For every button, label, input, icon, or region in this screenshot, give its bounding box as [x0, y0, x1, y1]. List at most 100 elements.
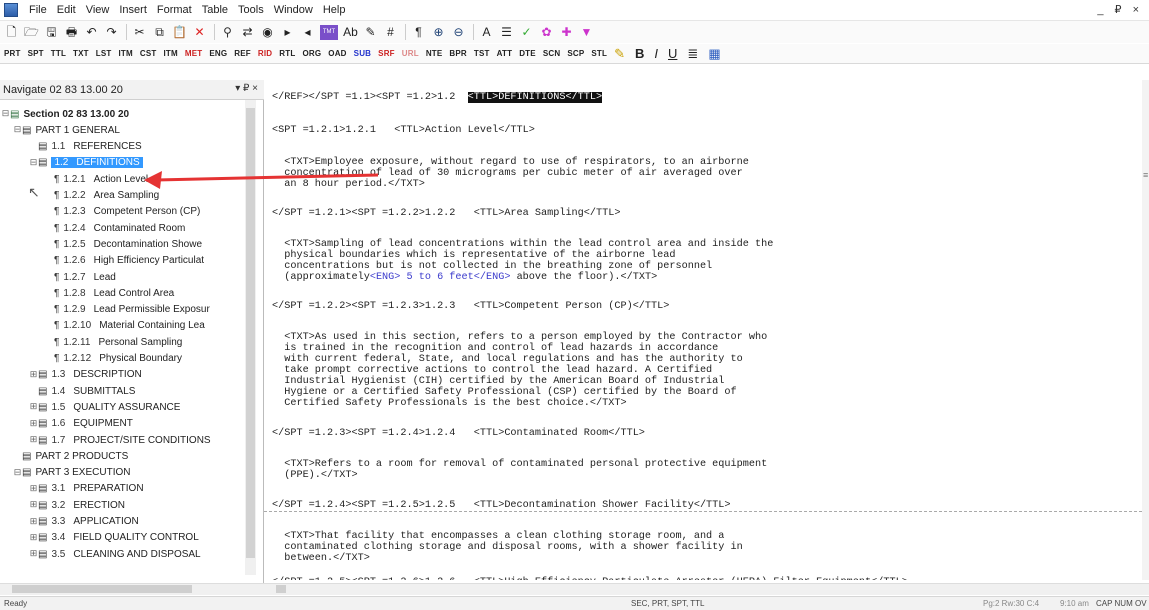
tree-item[interactable]: ▤ 1.6 EQUIPMENT	[38, 416, 133, 432]
tag-button-prt[interactable]: PRT	[4, 49, 21, 58]
font-size-icon[interactable]: A	[479, 25, 494, 40]
find-icon[interactable]: ⚲	[220, 25, 235, 40]
word-count-icon[interactable]: #	[383, 25, 398, 40]
menu-help[interactable]: Help	[318, 4, 351, 16]
funnel-icon[interactable]: ▼	[579, 25, 594, 40]
tag-button-oad[interactable]: OAD	[328, 49, 346, 58]
pilcrow-icon[interactable]: ¶	[411, 25, 426, 40]
collapse-icon[interactable]: ⊟	[29, 157, 38, 168]
nav-horizontal-scrollbar[interactable]	[0, 583, 264, 595]
tag-button-srf[interactable]: SRF	[378, 49, 395, 58]
expand-icon[interactable]: ⊞	[29, 401, 38, 412]
print-icon[interactable]: 🖶	[64, 25, 79, 40]
replace-icon[interactable]: ⇄	[240, 25, 255, 40]
grammar-icon[interactable]: ✎	[363, 25, 378, 40]
italic-button[interactable]: I	[654, 46, 658, 61]
align-icon[interactable]: ≣	[687, 46, 698, 62]
add-icon[interactable]: ✚	[559, 25, 574, 40]
menu-file[interactable]: File	[24, 4, 52, 16]
expand-icon[interactable]: ⊞	[29, 532, 38, 543]
expand-icon[interactable]: ⊞	[29, 499, 38, 510]
tree-scroll-thumb[interactable]	[246, 108, 255, 558]
tag-button-dte[interactable]: DTE	[519, 49, 536, 58]
list-icon[interactable]: ☰	[499, 25, 514, 40]
tag-button-itm[interactable]: ITM	[118, 49, 132, 58]
nav-hscroll-thumb[interactable]	[12, 585, 192, 593]
collapse-icon[interactable]: ⊟	[13, 467, 22, 478]
tree-item[interactable]: ▤ 3.5 CLEANING AND DISPOSAL	[38, 546, 201, 562]
tag-button-att[interactable]: ATT	[497, 49, 513, 58]
tree-item[interactable]: ¶ 1.2.9 Lead Permissible Exposur	[54, 302, 210, 318]
tag-icon[interactable]: ✿	[539, 25, 554, 40]
tree-item[interactable]: ▤ 3.4 FIELD QUALITY CONTROL	[38, 530, 199, 546]
tree-item[interactable]: ¶ 1.2.2 Area Sampling	[54, 188, 159, 204]
tag-button-nte[interactable]: NTE	[426, 49, 443, 58]
tree-item[interactable]: ▤ 1.1 REFERENCES	[38, 139, 142, 155]
tag-button-rid[interactable]: RID	[258, 49, 272, 58]
menu-edit[interactable]: Edit	[52, 4, 81, 16]
tree-item[interactable]: ▤ PART 2 PRODUCTS	[22, 448, 128, 464]
highlighter-icon[interactable]: ✎	[614, 46, 625, 62]
tree-item[interactable]: ¶ 1.2.3 Competent Person (CP)	[54, 204, 200, 220]
tree-item[interactable]: ▤ PART 1 GENERAL	[22, 122, 120, 138]
expand-icon[interactable]: ⊞	[29, 418, 38, 429]
zoom-in-icon[interactable]: ⊕	[431, 25, 446, 40]
tree-item[interactable]: ▤ PART 3 EXECUTION	[22, 465, 130, 481]
tag-button-scn[interactable]: SCN	[543, 49, 561, 58]
tree-item[interactable]: ▤ 1.5 QUALITY ASSURANCE	[38, 399, 180, 415]
tree-item[interactable]: ¶ 1.2.4 Contaminated Room	[54, 220, 185, 236]
zoom-out-icon[interactable]: ⊖	[451, 25, 466, 40]
tree-item[interactable]: ▤ 1.7 PROJECT/SITE CONDITIONS	[38, 432, 211, 448]
tree-item[interactable]: ▤ 3.3 APPLICATION	[38, 514, 139, 530]
expand-icon[interactable]: ⊞	[29, 548, 38, 559]
tree-item[interactable]: ▤ 1.3 DESCRIPTION	[38, 367, 142, 383]
tree-item[interactable]: ▤ 1.2 DEFINITIONS	[38, 155, 143, 171]
tree-item[interactable]: ▤ 1.4 SUBMITTALS	[38, 383, 135, 399]
spell-icon[interactable]: Ab	[343, 25, 358, 40]
tag-button-ttl[interactable]: TTL	[51, 49, 66, 58]
tag-button-ref[interactable]: REF	[234, 49, 251, 58]
collapse-icon[interactable]: ⊟	[13, 124, 22, 135]
tree-vertical-scrollbar[interactable]	[245, 100, 256, 575]
tag-button-cst[interactable]: CST	[140, 49, 157, 58]
expand-icon[interactable]: ⊞	[29, 516, 38, 527]
find-prev-icon[interactable]: ◂	[300, 25, 315, 40]
find-next-icon[interactable]: ▸	[280, 25, 295, 40]
tmt-icon[interactable]: TMT	[320, 24, 338, 40]
table-icon[interactable]: ▦	[708, 46, 720, 62]
menu-view[interactable]: View	[81, 4, 115, 16]
check-icon[interactable]: ✓	[519, 25, 534, 40]
tree-item[interactable]: ▤ 3.2 ERECTION	[38, 497, 125, 513]
cut-icon[interactable]: ✂	[132, 25, 147, 40]
nav-pin-controls[interactable]: ▾ ₽ ×	[235, 83, 258, 94]
tag-button-itm[interactable]: ITM	[163, 49, 177, 58]
redo-icon[interactable]: ↷	[104, 25, 119, 40]
tag-button-rtl[interactable]: RTL	[279, 49, 295, 58]
tree-item[interactable]: ¶ 1.2.1 Action Level	[54, 171, 148, 187]
editor-hscroll-thumb[interactable]	[276, 585, 286, 593]
undo-icon[interactable]: ↶	[84, 25, 99, 40]
tree-item[interactable]: ¶ 1.2.5 Decontamination Showe	[54, 236, 202, 252]
tree-item[interactable]: ¶ 1.2.10 Material Containing Lea	[54, 318, 205, 334]
tree-item[interactable]: ▤ Section 02 83 13.00 20	[10, 106, 129, 122]
editor-horizontal-scrollbar[interactable]	[264, 583, 1149, 595]
expand-icon[interactable]: ⊞	[29, 483, 38, 494]
binoculars-icon[interactable]: ◉	[260, 25, 275, 40]
collapse-icon[interactable]: ⊟	[1, 108, 10, 119]
expand-icon[interactable]: ⊞	[29, 369, 38, 380]
editor-vertical-scrollbar[interactable]	[1142, 80, 1149, 580]
menu-format[interactable]: Format	[152, 4, 197, 16]
tag-button-tst[interactable]: TST	[474, 49, 490, 58]
tag-button-eng[interactable]: ENG	[209, 49, 227, 58]
tree-item[interactable]: ¶ 1.2.7 Lead	[54, 269, 116, 285]
tag-button-url[interactable]: URL	[402, 49, 419, 58]
tag-button-stl[interactable]: STL	[591, 49, 607, 58]
menu-tools[interactable]: Tools	[233, 4, 269, 16]
tag-button-spt[interactable]: SPT	[28, 49, 44, 58]
tag-button-lst[interactable]: LST	[96, 49, 112, 58]
copy-icon[interactable]: ⧉	[152, 25, 167, 40]
underline-button[interactable]: U	[668, 46, 677, 61]
tree-item[interactable]: ¶ 1.2.8 Lead Control Area	[54, 285, 174, 301]
open-folder-icon[interactable]: 🗁	[24, 25, 39, 40]
new-doc-icon[interactable]: 🗋	[4, 25, 19, 40]
